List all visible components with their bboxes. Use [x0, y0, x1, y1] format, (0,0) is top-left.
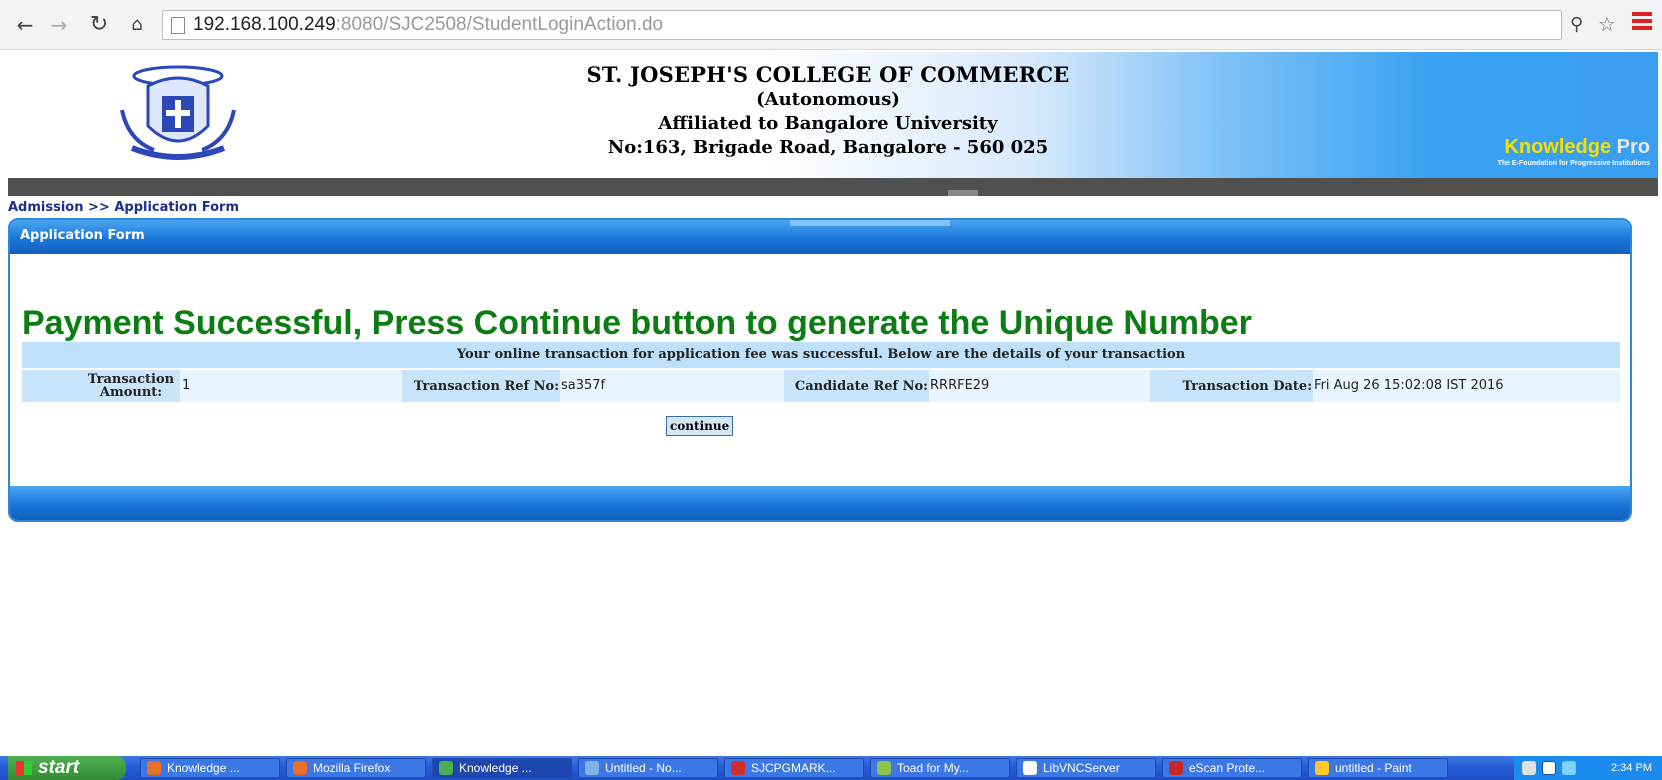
brand-tagline: The E-Foundation for Progressive Institu… [1497, 160, 1650, 167]
browser-toolbar: ← → ↻ ⌂ 192.168.100.249:8080/SJC2508/Stu… [0, 0, 1662, 50]
url-host: 192.168.100.249 [193, 14, 336, 35]
panel-footer [10, 486, 1630, 520]
menu-icon[interactable] [1632, 12, 1652, 34]
transaction-ref-value: sa357f [561, 378, 606, 393]
pdf-icon [731, 761, 745, 775]
notepad-icon [585, 761, 599, 775]
transaction-date-value: Fri Aug 26 15:02:08 IST 2016 [1314, 378, 1504, 393]
taskbar-item-label: untitled - Paint [1335, 761, 1412, 775]
breadcrumb: Admission >> Application Form [8, 200, 240, 215]
escan-icon [1169, 761, 1183, 775]
transaction-details-row: Transaction Amount: 1 Transaction Ref No… [22, 370, 1620, 402]
page-icon [171, 17, 185, 34]
taskbar-item[interactable]: Knowledge ... [140, 758, 280, 778]
paint-icon [1315, 761, 1329, 775]
taskbar-item[interactable]: Toad for My... [870, 758, 1010, 778]
taskbar-item-label: LibVNCServer [1043, 761, 1120, 775]
college-banner: ST. JOSEPH'S COLLEGE OF COMMERCE (Autono… [8, 52, 1658, 178]
taskbar-clock: 2:34 PM [1611, 762, 1652, 774]
forward-icon[interactable]: → [46, 12, 72, 38]
application-form-panel: Application Form Payment Successful, Pre… [8, 218, 1632, 522]
home-icon[interactable]: ⌂ [124, 12, 150, 38]
taskbar-item-label: Knowledge ... [167, 761, 240, 775]
vnc-tray-icon[interactable] [1542, 761, 1556, 775]
knowledge-pro-logo: Knowledge Pro The E-Foundation for Progr… [1498, 136, 1650, 167]
transaction-amount-label: Transaction Amount: [22, 370, 180, 402]
transaction-info-message: Your online transaction for application … [22, 342, 1620, 368]
volume-icon[interactable] [1562, 761, 1576, 775]
candidate-ref-label: Candidate Ref No: [784, 370, 929, 402]
payment-success-message: Payment Successful, Press Continue butto… [22, 304, 1252, 342]
brand-name: Knowledge [1504, 136, 1612, 158]
zoom-icon[interactable]: ⚲ [1570, 14, 1583, 35]
college-name: ST. JOSEPH'S COLLEGE OF COMMERCE [586, 62, 1070, 87]
address-bar[interactable]: 192.168.100.249:8080/SJC2508/StudentLogi… [162, 10, 1562, 40]
college-crest-logo [120, 65, 236, 160]
college-address: No:163, Brigade Road, Bangalore - 560 02… [607, 137, 1049, 158]
taskbar-item[interactable]: LibVNCServer [1016, 758, 1156, 778]
chrome-icon [439, 761, 453, 775]
taskbar-item-label: Toad for My... [897, 761, 969, 775]
continue-button[interactable]: continue [666, 416, 734, 436]
toad-icon [877, 761, 891, 775]
taskbar-item[interactable]: untitled - Paint [1308, 758, 1448, 778]
vnc-icon [1023, 761, 1037, 775]
panel-title: Application Form [20, 228, 145, 243]
firefox-icon [147, 761, 161, 775]
reload-icon[interactable]: ↻ [86, 12, 112, 38]
bookmark-star-icon[interactable]: ☆ [1598, 12, 1616, 36]
network-icon[interactable] [1522, 761, 1536, 775]
candidate-ref-value: RRRFE29 [930, 378, 990, 393]
taskbar-item-label: Knowledge ... [459, 761, 532, 775]
url-path: :8080/SJC2508/StudentLoginAction.do [335, 14, 664, 35]
panel-header: Application Form [10, 220, 1630, 254]
transaction-amount-value: 1 [182, 378, 191, 393]
menu-bar [8, 178, 1658, 196]
windows-flag-icon [16, 761, 32, 775]
taskbar-item[interactable]: Knowledge ... [432, 758, 572, 778]
taskbar-item-label: eScan Prote... [1189, 761, 1266, 775]
brand-suffix: Pro [1616, 136, 1650, 158]
taskbar-item[interactable]: eScan Prote... [1162, 758, 1302, 778]
college-status: (Autonomous) [756, 89, 900, 110]
taskbar-item-label: Mozilla Firefox [313, 761, 391, 775]
system-tray: 2:34 PM [1514, 756, 1662, 780]
transaction-ref-label: Transaction Ref No: [402, 370, 560, 402]
college-affiliation: Affiliated to Bangalore University [658, 113, 998, 134]
taskbar-item[interactable]: Untitled - No... [578, 758, 718, 778]
windows-taskbar: start Knowledge ... Mozilla Firefox Knowle… [0, 756, 1662, 780]
firefox-icon [293, 761, 307, 775]
taskbar-item-label: Untitled - No... [605, 761, 682, 775]
back-icon[interactable]: ← [12, 12, 38, 38]
taskbar-item[interactable]: Mozilla Firefox [286, 758, 426, 778]
taskbar-item[interactable]: SJCPGMARK... [724, 758, 864, 778]
transaction-date-label: Transaction Date: [1150, 370, 1313, 402]
start-label: start [38, 757, 80, 778]
taskbar-item-label: SJCPGMARK... [751, 761, 836, 775]
start-button[interactable]: start [8, 756, 126, 780]
